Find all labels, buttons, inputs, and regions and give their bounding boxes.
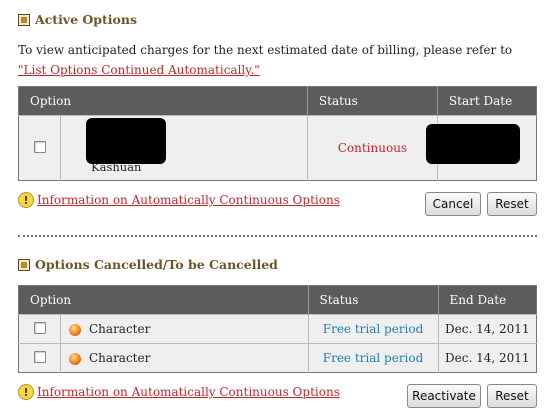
active-options-title: Active Options xyxy=(35,12,138,27)
reactivate-button[interactable]: Reactivate xyxy=(407,384,481,408)
col-option: Option xyxy=(18,86,308,116)
option-name: Character xyxy=(89,351,151,365)
row-checkbox-cell xyxy=(18,314,61,344)
active-info-row: ! Information on Automatically Continuou… xyxy=(18,192,340,208)
col-option: Option xyxy=(18,285,309,315)
option-name: Character xyxy=(89,322,151,336)
table-row: Character Free trial period Dec. 14, 201… xyxy=(18,343,537,373)
section-square-icon xyxy=(18,13,30,26)
active-options-description: To view anticipated charges for the next… xyxy=(18,40,538,80)
cancelled-options-table: Option Status End Date Character Free tr… xyxy=(18,285,537,373)
row-checkbox[interactable] xyxy=(33,321,46,334)
active-options-header: Active Options xyxy=(18,12,137,27)
status-cell: Free trial period xyxy=(307,314,439,344)
reset-button-active[interactable]: Reset xyxy=(487,192,537,216)
orange-ball-icon xyxy=(69,323,81,336)
description-text: To view anticipated charges for the next… xyxy=(18,43,513,57)
cancelled-info-row: ! Information on Automatically Continuou… xyxy=(18,384,340,400)
end-date-cell: Dec. 14, 2011 xyxy=(437,343,537,373)
row-checkbox-cell xyxy=(18,115,61,181)
cancelled-options-header: Options Cancelled/To be Cancelled xyxy=(18,257,278,272)
section-square-icon xyxy=(18,258,30,271)
table-row: Character Free trial period Dec. 14, 201… xyxy=(18,314,537,344)
row-checkbox[interactable] xyxy=(33,140,46,153)
col-status: Status xyxy=(306,86,438,116)
cancel-button[interactable]: Cancel xyxy=(425,192,481,216)
reset-button-cancelled[interactable]: Reset xyxy=(487,384,537,408)
col-status: Status xyxy=(307,285,439,315)
redacted-option-image xyxy=(86,118,166,164)
col-end-date: End Date xyxy=(437,285,537,315)
status-cell: Continuous xyxy=(306,115,438,181)
end-date-cell: Dec. 14, 2011 xyxy=(437,314,537,344)
list-options-link[interactable]: "List Options Continued Automatically." xyxy=(18,63,260,77)
section-divider xyxy=(18,235,537,237)
redacted-start-date xyxy=(426,124,520,164)
row-checkbox-cell xyxy=(18,343,61,373)
info-link-active[interactable]: Information on Automatically Continuous … xyxy=(37,193,340,207)
cancelled-options-title: Options Cancelled/To be Cancelled xyxy=(35,257,278,272)
exclamation-info-icon: ! xyxy=(18,384,34,400)
row-checkbox[interactable] xyxy=(33,350,46,363)
option-cell: Character xyxy=(60,314,309,344)
col-start-date: Start Date xyxy=(436,86,537,116)
orange-ball-icon xyxy=(69,352,81,365)
exclamation-info-icon: ! xyxy=(18,192,34,208)
option-cell: Character xyxy=(60,343,309,373)
info-link-cancelled[interactable]: Information on Automatically Continuous … xyxy=(37,385,340,399)
status-cell: Free trial period xyxy=(307,343,439,373)
